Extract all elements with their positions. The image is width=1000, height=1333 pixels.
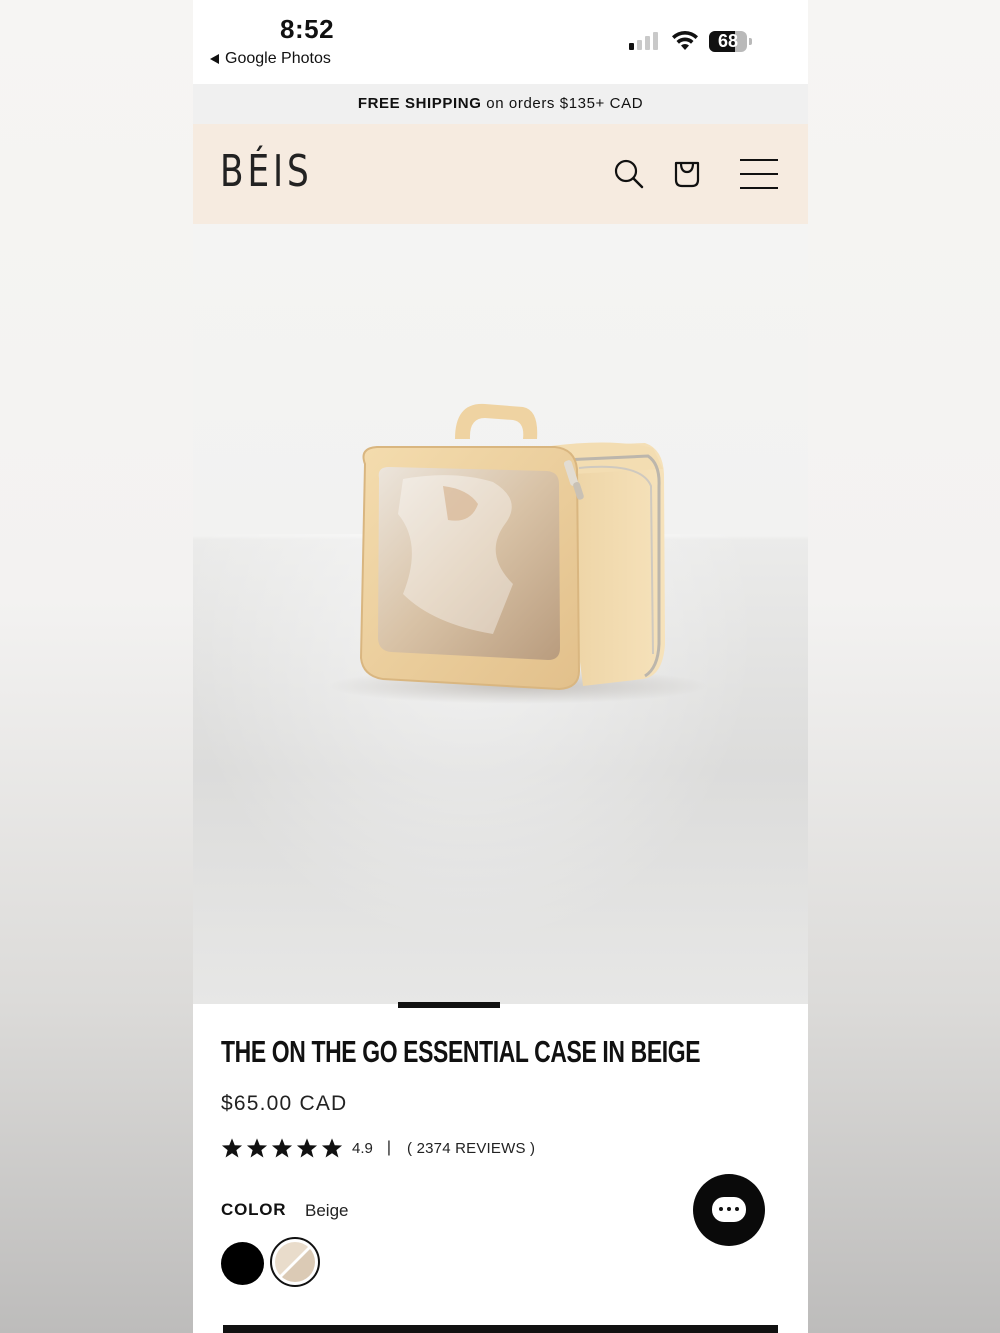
search-icon[interactable] xyxy=(613,158,645,190)
chat-button[interactable] xyxy=(693,1174,765,1246)
product-price: $65.00 CAD xyxy=(221,1092,348,1115)
announcement-bold: FREE SHIPPING xyxy=(357,95,482,112)
back-app-label: Google Photos xyxy=(225,50,331,67)
star-icon xyxy=(246,1138,268,1158)
wifi-icon xyxy=(672,30,698,50)
swatch-black[interactable] xyxy=(221,1242,264,1285)
phone-screen: 8:52 Google Photos 68 FREE SHIPPING on o… xyxy=(193,0,808,1333)
product-rating[interactable]: 4.9 | ( 2374 REVIEWS ) xyxy=(221,1137,535,1159)
back-arrow-icon xyxy=(210,54,219,64)
chat-dots-icon xyxy=(719,1207,739,1211)
color-label: COLOR xyxy=(221,1200,287,1219)
announcement-rest: on orders $135+ CAD xyxy=(481,95,644,112)
rating-stars xyxy=(221,1137,343,1159)
rating-score: 4.9 xyxy=(352,1139,373,1157)
battery-level: 68 xyxy=(717,31,739,51)
cellular-signal-icon xyxy=(629,32,658,50)
rating-separator: | xyxy=(386,1139,392,1156)
product-image-carousel[interactable] xyxy=(193,224,808,1004)
product-title: THE ON THE GO ESSENTIAL CASE IN BEIGE xyxy=(221,1034,701,1069)
product-photo xyxy=(328,403,708,704)
backdrop-left xyxy=(0,0,193,1333)
status-bar: 8:52 Google Photos 68 xyxy=(193,0,808,84)
reviews-link[interactable]: ( 2374 REVIEWS ) xyxy=(407,1140,535,1157)
star-icon xyxy=(221,1138,243,1158)
selected-color-value: Beige xyxy=(305,1201,349,1220)
swatch-beige[interactable] xyxy=(275,1242,315,1282)
star-icon xyxy=(271,1138,293,1158)
backdrop-right xyxy=(808,0,1000,1333)
carousel-progress-track xyxy=(193,1004,808,1009)
site-header: BÉIS xyxy=(193,124,808,224)
battery-icon: 68 xyxy=(709,31,752,52)
add-to-bag-button[interactable] xyxy=(223,1325,778,1333)
status-time: 8:52 xyxy=(280,14,335,44)
star-icon xyxy=(296,1138,318,1158)
brand-logo[interactable]: BÉIS xyxy=(220,146,313,197)
menu-icon[interactable] xyxy=(739,158,779,190)
carousel-progress-indicator[interactable] xyxy=(398,1002,500,1008)
free-shipping-banner: FREE SHIPPING on orders $135+ CAD xyxy=(193,84,808,124)
star-icon xyxy=(321,1138,343,1158)
back-to-app-link[interactable]: Google Photos xyxy=(210,50,331,68)
cart-icon[interactable] xyxy=(672,159,702,189)
